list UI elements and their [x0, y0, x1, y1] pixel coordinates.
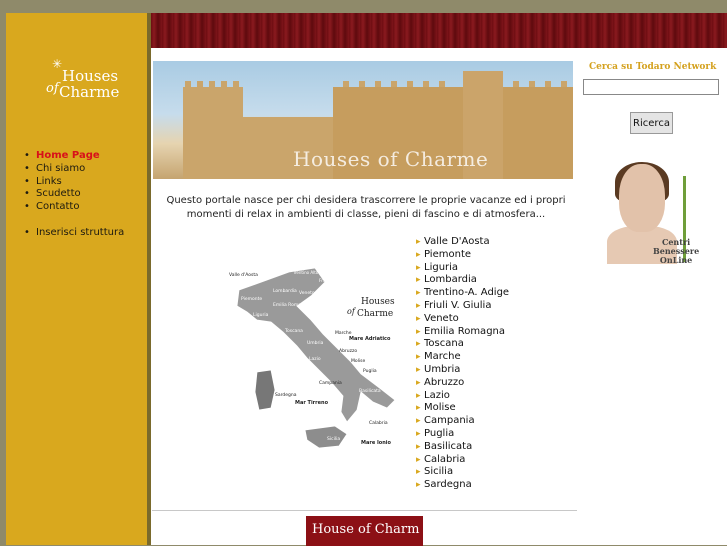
- search-button[interactable]: Ricerca: [630, 112, 673, 134]
- map-label-calabria: Calabria: [369, 420, 388, 426]
- region-link[interactable]: Puglia: [416, 428, 509, 441]
- map-label-lombardia: Lombardia: [273, 288, 297, 294]
- castle-merlon: [375, 81, 381, 87]
- region-link[interactable]: Trentino-A. Adige: [416, 287, 509, 300]
- region-link[interactable]: Basilicata: [416, 441, 509, 454]
- nav-item-inserisci-struttura[interactable]: Inserisci struttura: [24, 227, 124, 240]
- map-label-puglia: Puglia: [363, 368, 377, 374]
- map-sardegna[interactable]: [254, 369, 276, 411]
- map-label-sardegna: Sardegna: [275, 392, 297, 398]
- region-link[interactable]: Friuli V. Giulia: [416, 300, 509, 313]
- map-label-molise: Molise: [351, 358, 365, 364]
- intro-text: Questo portale nasce per chi desidera tr…: [166, 195, 566, 220]
- castle-merlon: [439, 81, 445, 87]
- main-nav: Home Page Chi siamo Links Scudetto Conta…: [24, 150, 124, 240]
- map-label-mare-ionio: Mare Ionio: [361, 440, 392, 446]
- nav-item-home-page[interactable]: Home Page: [24, 150, 124, 163]
- map-label-sicilia: Sicilia: [327, 436, 340, 442]
- map-label-campania: Campania: [319, 380, 342, 386]
- house-of-charm-banner-text: House of Charm: [312, 522, 420, 537]
- region-link[interactable]: Lombardia: [416, 274, 509, 287]
- map-label-mar-tirreno: Mar Tirreno: [295, 400, 329, 406]
- map-label-veneto: Veneto: [299, 290, 315, 296]
- italy-map[interactable]: Valle d'Aosta Trentino Alto Adige Friuli…: [227, 262, 407, 462]
- region-link[interactable]: Abruzzo: [416, 377, 509, 390]
- castle-merlon: [545, 81, 551, 87]
- map-label-basilicata: Basilicata: [359, 388, 381, 394]
- divider: [152, 510, 577, 511]
- castle-merlon: [185, 81, 191, 87]
- top-banner: [151, 13, 727, 48]
- region-link[interactable]: Calabria: [416, 454, 509, 467]
- region-link[interactable]: Emilia Romagna: [416, 326, 509, 339]
- regions-list: Valle D'Aosta Piemonte Liguria Lombardia…: [416, 236, 509, 492]
- region-link[interactable]: Liguria: [416, 262, 509, 275]
- ad-text-line: OnLine: [659, 255, 693, 265]
- region-link[interactable]: Campania: [416, 415, 509, 428]
- region-link[interactable]: Umbria: [416, 364, 509, 377]
- map-label-friuli: Friuli: [319, 278, 330, 284]
- castle-merlon: [233, 81, 239, 87]
- map-logo-houses: Houses: [361, 297, 395, 307]
- map-label-umbria: Umbria: [307, 340, 324, 346]
- map-sicilia[interactable]: [304, 425, 348, 449]
- ad-woman-face: [619, 164, 665, 232]
- castle-merlon: [391, 81, 397, 87]
- nav-item-contatto[interactable]: Contatto: [24, 201, 124, 214]
- sidebar: ✳ Houses of Charme Home Page Chi siamo L…: [6, 13, 147, 545]
- map-label-valle-daosta: Valle d'Aosta: [229, 272, 258, 278]
- castle-merlon: [529, 81, 535, 87]
- castle-merlon: [209, 81, 215, 87]
- region-link[interactable]: Sardegna: [416, 479, 509, 492]
- map-label-liguria: Liguria: [253, 312, 269, 318]
- map-label-lazio: Lazio: [309, 356, 321, 362]
- logo-text-of: of: [46, 81, 59, 96]
- castle-merlon: [343, 81, 349, 87]
- house-of-charm-banner[interactable]: House of Charm: [306, 516, 423, 546]
- castle-merlon: [513, 81, 519, 87]
- region-link[interactable]: Toscana: [416, 338, 509, 351]
- region-link[interactable]: Piemonte: [416, 249, 509, 262]
- main-content: Houses of Charme Questo portale nasce pe…: [151, 48, 727, 546]
- search-input[interactable]: [583, 79, 719, 95]
- logo-text-charme: Charme: [59, 83, 120, 101]
- nav-item-chi-siamo[interactable]: Chi siamo: [24, 163, 124, 176]
- region-link[interactable]: Sicilia: [416, 466, 509, 479]
- region-link[interactable]: Marche: [416, 351, 509, 364]
- nav-item-links[interactable]: Links: [24, 176, 124, 189]
- map-label-trentino: Trentino Alto Adige: [292, 270, 331, 275]
- sun-icon: ✳: [52, 57, 63, 71]
- castle-merlon: [197, 81, 203, 87]
- map-label-emilia: Emilia Romagna: [273, 302, 310, 308]
- hero-castle-image: Houses of Charme: [153, 61, 573, 179]
- region-link[interactable]: Molise: [416, 402, 509, 415]
- map-logo-charme: Charme: [357, 309, 393, 319]
- nav-item-scudetto[interactable]: Scudetto: [24, 188, 124, 201]
- castle-merlon: [561, 81, 567, 87]
- search-title: Cerca su Todaro Network: [589, 62, 717, 72]
- ad-text: Centri Benessere OnLine: [653, 238, 699, 265]
- centri-benessere-ad[interactable]: Centri Benessere OnLine: [595, 156, 703, 264]
- map-logo-of: of: [347, 307, 357, 316]
- castle-merlon: [359, 81, 365, 87]
- region-link[interactable]: Valle D'Aosta: [416, 236, 509, 249]
- castle-tower-left: [183, 87, 243, 179]
- map-label-mare-adriatico: Mare Adriatico: [349, 336, 391, 342]
- map-label-toscana: Toscana: [284, 328, 303, 334]
- castle-merlon: [407, 81, 413, 87]
- map-label-piemonte: Piemonte: [241, 296, 262, 302]
- houses-of-charme-logo[interactable]: ✳ Houses of Charme: [44, 57, 124, 107]
- region-link[interactable]: Veneto: [416, 313, 509, 326]
- hero-title: Houses of Charme: [293, 147, 489, 171]
- map-label-abruzzo: Abruzzo: [339, 348, 357, 354]
- region-link[interactable]: Lazio: [416, 390, 509, 403]
- nav-spacer: [24, 214, 124, 227]
- castle-merlon: [423, 81, 429, 87]
- castle-merlon: [221, 81, 227, 87]
